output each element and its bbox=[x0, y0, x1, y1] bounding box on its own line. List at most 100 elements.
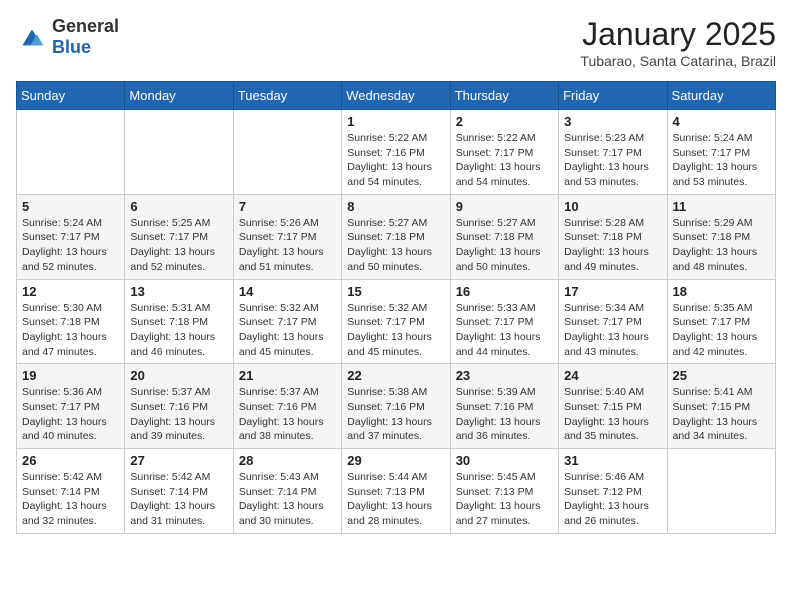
calendar-cell bbox=[17, 110, 125, 195]
day-number: 4 bbox=[673, 114, 770, 129]
calendar-cell: 9 Sunrise: 5:27 AM Sunset: 7:18 PM Daylig… bbox=[450, 194, 558, 279]
day-info: Sunrise: 5:37 AM Sunset: 7:16 PM Dayligh… bbox=[130, 385, 227, 444]
day-info: Sunrise: 5:45 AM Sunset: 7:13 PM Dayligh… bbox=[456, 470, 553, 529]
day-info: Sunrise: 5:31 AM Sunset: 7:18 PM Dayligh… bbox=[130, 301, 227, 360]
day-info: Sunrise: 5:30 AM Sunset: 7:18 PM Dayligh… bbox=[22, 301, 119, 360]
calendar-cell: 18Sunrise: 5:35 AM Sunset: 7:17 PM Dayli… bbox=[667, 279, 775, 364]
day-info: Sunrise: 5:32 AM Sunset: 7:17 PM Dayligh… bbox=[347, 301, 444, 360]
calendar-cell: 24 Sunrise: 5:40 AM Sunset: 7:15 PM Dayli… bbox=[559, 364, 667, 449]
calendar-cell: 23Sunrise: 5:39 AM Sunset: 7:16 PM Dayli… bbox=[450, 364, 558, 449]
day-info: Sunrise: 5:42 AM Sunset: 7:14 PM Dayligh… bbox=[130, 470, 227, 529]
month-title: January 2025 bbox=[580, 16, 776, 53]
calendar-cell: 4 Sunrise: 5:24 AM Sunset: 7:17 PM Daylig… bbox=[667, 110, 775, 195]
day-number: 13 bbox=[130, 284, 227, 299]
calendar-cell: 2 Sunrise: 5:22 AM Sunset: 7:17 PM Daylig… bbox=[450, 110, 558, 195]
calendar-cell: 7 Sunrise: 5:26 AM Sunset: 7:17 PM Daylig… bbox=[233, 194, 341, 279]
calendar-cell: 20 Sunrise: 5:37 AM Sunset: 7:16 PM Dayli… bbox=[125, 364, 233, 449]
day-info: Sunrise: 5:42 AM Sunset: 7:14 PM Dayligh… bbox=[22, 470, 119, 529]
day-number: 19 bbox=[22, 368, 119, 383]
day-number: 20 bbox=[130, 368, 227, 383]
calendar: SundayMondayTuesdayWednesdayThursdayFrid… bbox=[16, 81, 776, 534]
weekday-header: Thursday bbox=[450, 82, 558, 110]
weekday-header: Monday bbox=[125, 82, 233, 110]
day-number: 6 bbox=[130, 199, 227, 214]
day-number: 7 bbox=[239, 199, 336, 214]
title-block: January 2025 Tubarao, Santa Catarina, Br… bbox=[580, 16, 776, 69]
day-number: 25 bbox=[673, 368, 770, 383]
calendar-cell: 10 Sunrise: 5:28 AM Sunset: 7:18 PM Dayli… bbox=[559, 194, 667, 279]
calendar-cell: 12 Sunrise: 5:30 AM Sunset: 7:18 PM Dayli… bbox=[17, 279, 125, 364]
calendar-cell bbox=[125, 110, 233, 195]
day-number: 10 bbox=[564, 199, 661, 214]
day-number: 5 bbox=[22, 199, 119, 214]
calendar-cell: 3 Sunrise: 5:23 AM Sunset: 7:17 PM Daylig… bbox=[559, 110, 667, 195]
calendar-cell: 11 Sunrise: 5:29 AM Sunset: 7:18 PM Dayli… bbox=[667, 194, 775, 279]
calendar-week-row: 26 Sunrise: 5:42 AM Sunset: 7:14 PM Dayli… bbox=[17, 449, 776, 534]
day-info: Sunrise: 5:37 AM Sunset: 7:16 PM Dayligh… bbox=[239, 385, 336, 444]
logo-blue: Blue bbox=[52, 37, 91, 57]
location: Tubarao, Santa Catarina, Brazil bbox=[580, 53, 776, 69]
calendar-week-row: 1 Sunrise: 5:22 AM Sunset: 7:16 PM Daylig… bbox=[17, 110, 776, 195]
day-info: Sunrise: 5:35 AM Sunset: 7:17 PM Dayligh… bbox=[673, 301, 770, 360]
calendar-cell: 30 Sunrise: 5:45 AM Sunset: 7:13 PM Dayli… bbox=[450, 449, 558, 534]
day-number: 1 bbox=[347, 114, 444, 129]
calendar-week-row: 5Sunrise: 5:24 AM Sunset: 7:17 PM Daylig… bbox=[17, 194, 776, 279]
day-info: Sunrise: 5:32 AM Sunset: 7:17 PM Dayligh… bbox=[239, 301, 336, 360]
day-number: 12 bbox=[22, 284, 119, 299]
day-number: 3 bbox=[564, 114, 661, 129]
day-info: Sunrise: 5:46 AM Sunset: 7:12 PM Dayligh… bbox=[564, 470, 661, 529]
day-number: 29 bbox=[347, 453, 444, 468]
day-number: 11 bbox=[673, 199, 770, 214]
day-number: 2 bbox=[456, 114, 553, 129]
day-info: Sunrise: 5:39 AM Sunset: 7:16 PM Dayligh… bbox=[456, 385, 553, 444]
calendar-cell: 19Sunrise: 5:36 AM Sunset: 7:17 PM Dayli… bbox=[17, 364, 125, 449]
calendar-cell: 8Sunrise: 5:27 AM Sunset: 7:18 PM Daylig… bbox=[342, 194, 450, 279]
calendar-cell: 27Sunrise: 5:42 AM Sunset: 7:14 PM Dayli… bbox=[125, 449, 233, 534]
calendar-cell: 26 Sunrise: 5:42 AM Sunset: 7:14 PM Dayli… bbox=[17, 449, 125, 534]
day-number: 26 bbox=[22, 453, 119, 468]
day-info: Sunrise: 5:44 AM Sunset: 7:13 PM Dayligh… bbox=[347, 470, 444, 529]
day-info: Sunrise: 5:23 AM Sunset: 7:17 PM Dayligh… bbox=[564, 131, 661, 190]
day-number: 30 bbox=[456, 453, 553, 468]
day-info: Sunrise: 5:22 AM Sunset: 7:16 PM Dayligh… bbox=[347, 131, 444, 190]
weekday-header: Wednesday bbox=[342, 82, 450, 110]
day-info: Sunrise: 5:25 AM Sunset: 7:17 PM Dayligh… bbox=[130, 216, 227, 275]
day-info: Sunrise: 5:27 AM Sunset: 7:18 PM Dayligh… bbox=[347, 216, 444, 275]
weekday-header: Friday bbox=[559, 82, 667, 110]
day-number: 15 bbox=[347, 284, 444, 299]
calendar-cell bbox=[233, 110, 341, 195]
day-number: 21 bbox=[239, 368, 336, 383]
weekday-header: Saturday bbox=[667, 82, 775, 110]
calendar-cell: 16 Sunrise: 5:33 AM Sunset: 7:17 PM Dayli… bbox=[450, 279, 558, 364]
logo: General Blue bbox=[16, 16, 119, 58]
day-info: Sunrise: 5:22 AM Sunset: 7:17 PM Dayligh… bbox=[456, 131, 553, 190]
day-info: Sunrise: 5:40 AM Sunset: 7:15 PM Dayligh… bbox=[564, 385, 661, 444]
calendar-cell: 25 Sunrise: 5:41 AM Sunset: 7:15 PM Dayli… bbox=[667, 364, 775, 449]
day-info: Sunrise: 5:29 AM Sunset: 7:18 PM Dayligh… bbox=[673, 216, 770, 275]
calendar-cell: 14 Sunrise: 5:32 AM Sunset: 7:17 PM Dayli… bbox=[233, 279, 341, 364]
day-info: Sunrise: 5:33 AM Sunset: 7:17 PM Dayligh… bbox=[456, 301, 553, 360]
calendar-cell: 17Sunrise: 5:34 AM Sunset: 7:17 PM Dayli… bbox=[559, 279, 667, 364]
day-info: Sunrise: 5:27 AM Sunset: 7:18 PM Dayligh… bbox=[456, 216, 553, 275]
day-info: Sunrise: 5:28 AM Sunset: 7:18 PM Dayligh… bbox=[564, 216, 661, 275]
calendar-cell: 13 Sunrise: 5:31 AM Sunset: 7:18 PM Dayli… bbox=[125, 279, 233, 364]
calendar-cell bbox=[667, 449, 775, 534]
day-info: Sunrise: 5:24 AM Sunset: 7:17 PM Dayligh… bbox=[673, 131, 770, 190]
calendar-cell: 15 Sunrise: 5:32 AM Sunset: 7:17 PM Dayli… bbox=[342, 279, 450, 364]
day-number: 24 bbox=[564, 368, 661, 383]
calendar-week-row: 19Sunrise: 5:36 AM Sunset: 7:17 PM Dayli… bbox=[17, 364, 776, 449]
weekday-header: Tuesday bbox=[233, 82, 341, 110]
day-number: 14 bbox=[239, 284, 336, 299]
logo-icon bbox=[16, 23, 48, 51]
calendar-cell: 28Sunrise: 5:43 AM Sunset: 7:14 PM Dayli… bbox=[233, 449, 341, 534]
day-info: Sunrise: 5:26 AM Sunset: 7:17 PM Dayligh… bbox=[239, 216, 336, 275]
day-info: Sunrise: 5:43 AM Sunset: 7:14 PM Dayligh… bbox=[239, 470, 336, 529]
day-number: 9 bbox=[456, 199, 553, 214]
weekday-header: Sunday bbox=[17, 82, 125, 110]
page-header: General Blue January 2025 Tubarao, Santa… bbox=[16, 16, 776, 69]
calendar-cell: 6 Sunrise: 5:25 AM Sunset: 7:17 PM Daylig… bbox=[125, 194, 233, 279]
day-number: 16 bbox=[456, 284, 553, 299]
calendar-cell: 29 Sunrise: 5:44 AM Sunset: 7:13 PM Dayli… bbox=[342, 449, 450, 534]
day-info: Sunrise: 5:41 AM Sunset: 7:15 PM Dayligh… bbox=[673, 385, 770, 444]
day-number: 22 bbox=[347, 368, 444, 383]
